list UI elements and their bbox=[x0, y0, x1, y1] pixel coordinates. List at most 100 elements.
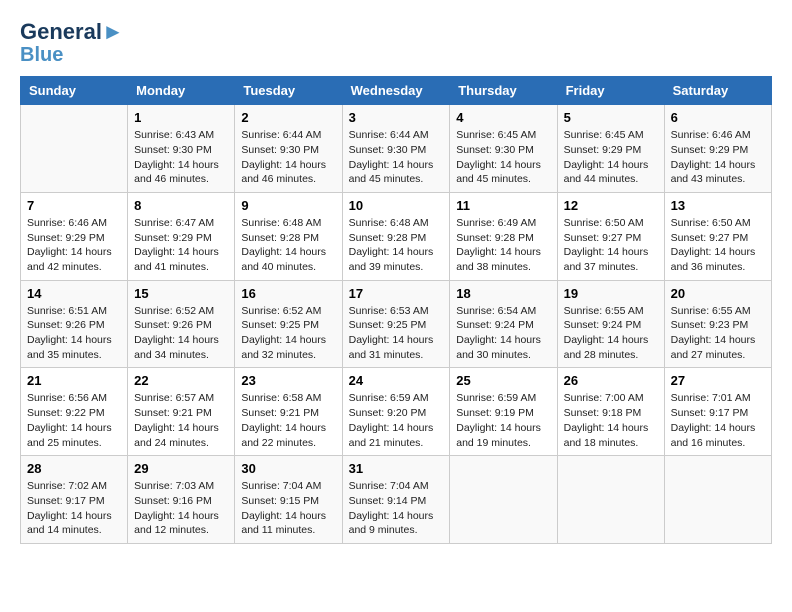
col-header-friday: Friday bbox=[557, 77, 664, 105]
week-row-3: 14 Sunrise: 6:51 AMSunset: 9:26 PMDayligh… bbox=[21, 280, 772, 368]
day-info: Sunrise: 6:44 AMSunset: 9:30 PMDaylight:… bbox=[241, 128, 335, 187]
day-number: 3 bbox=[349, 110, 444, 125]
day-number: 30 bbox=[241, 461, 335, 476]
day-cell: 10 Sunrise: 6:48 AMSunset: 9:28 PMDayligh… bbox=[342, 192, 450, 280]
day-number: 7 bbox=[27, 198, 121, 213]
day-cell: 14 Sunrise: 6:51 AMSunset: 9:26 PMDayligh… bbox=[21, 280, 128, 368]
day-cell: 24 Sunrise: 6:59 AMSunset: 9:20 PMDayligh… bbox=[342, 368, 450, 456]
day-info: Sunrise: 7:04 AMSunset: 9:14 PMDaylight:… bbox=[349, 479, 444, 538]
day-cell: 29Sunrise: 7:03 AMSunset: 9:16 PMDayligh… bbox=[128, 456, 235, 544]
day-cell: 21 Sunrise: 6:56 AMSunset: 9:22 PMDayligh… bbox=[21, 368, 128, 456]
day-cell: 26Sunrise: 7:00 AMSunset: 9:18 PMDayligh… bbox=[557, 368, 664, 456]
calendar-table: SundayMondayTuesdayWednesdayThursdayFrid… bbox=[20, 76, 772, 544]
day-number: 6 bbox=[671, 110, 765, 125]
day-number: 5 bbox=[564, 110, 658, 125]
day-info: Sunrise: 7:01 AMSunset: 9:17 PMDaylight:… bbox=[671, 391, 765, 450]
day-number: 29 bbox=[134, 461, 228, 476]
day-info: Sunrise: 6:53 AMSunset: 9:25 PMDaylight:… bbox=[349, 304, 444, 363]
day-number: 21 bbox=[27, 373, 121, 388]
col-header-thursday: Thursday bbox=[450, 77, 557, 105]
day-info: Sunrise: 6:50 AMSunset: 9:27 PMDaylight:… bbox=[671, 216, 765, 275]
day-cell: 15 Sunrise: 6:52 AMSunset: 9:26 PMDayligh… bbox=[128, 280, 235, 368]
header-row: SundayMondayTuesdayWednesdayThursdayFrid… bbox=[21, 77, 772, 105]
day-cell bbox=[664, 456, 771, 544]
logo-arrow-shape: ► bbox=[102, 19, 124, 44]
day-cell: 4 Sunrise: 6:45 AMSunset: 9:30 PMDaylight… bbox=[450, 105, 557, 193]
day-info: Sunrise: 6:59 AMSunset: 9:19 PMDaylight:… bbox=[456, 391, 550, 450]
day-cell: 16 Sunrise: 6:52 AMSunset: 9:25 PMDayligh… bbox=[235, 280, 342, 368]
day-info: Sunrise: 6:52 AMSunset: 9:26 PMDaylight:… bbox=[134, 304, 228, 363]
day-cell: 25 Sunrise: 6:59 AMSunset: 9:19 PMDayligh… bbox=[450, 368, 557, 456]
day-number: 2 bbox=[241, 110, 335, 125]
day-info: Sunrise: 6:45 AMSunset: 9:30 PMDaylight:… bbox=[456, 128, 550, 187]
day-info: Sunrise: 6:49 AMSunset: 9:28 PMDaylight:… bbox=[456, 216, 550, 275]
day-cell bbox=[557, 456, 664, 544]
day-info: Sunrise: 6:48 AMSunset: 9:28 PMDaylight:… bbox=[349, 216, 444, 275]
day-cell: 1Sunrise: 6:43 AMSunset: 9:30 PMDaylight… bbox=[128, 105, 235, 193]
col-header-wednesday: Wednesday bbox=[342, 77, 450, 105]
day-cell: 7 Sunrise: 6:46 AMSunset: 9:29 PMDaylight… bbox=[21, 192, 128, 280]
day-cell: 27 Sunrise: 7:01 AMSunset: 9:17 PMDayligh… bbox=[664, 368, 771, 456]
day-info: Sunrise: 6:46 AMSunset: 9:29 PMDaylight:… bbox=[671, 128, 765, 187]
day-info: Sunrise: 6:54 AMSunset: 9:24 PMDaylight:… bbox=[456, 304, 550, 363]
day-number: 25 bbox=[456, 373, 550, 388]
day-info: Sunrise: 7:00 AMSunset: 9:18 PMDaylight:… bbox=[564, 391, 658, 450]
day-number: 12 bbox=[564, 198, 658, 213]
day-number: 18 bbox=[456, 286, 550, 301]
day-number: 14 bbox=[27, 286, 121, 301]
day-info: Sunrise: 6:55 AMSunset: 9:23 PMDaylight:… bbox=[671, 304, 765, 363]
day-number: 24 bbox=[349, 373, 444, 388]
day-info: Sunrise: 6:47 AMSunset: 9:29 PMDaylight:… bbox=[134, 216, 228, 275]
day-info: Sunrise: 6:55 AMSunset: 9:24 PMDaylight:… bbox=[564, 304, 658, 363]
day-number: 13 bbox=[671, 198, 765, 213]
day-info: Sunrise: 7:02 AMSunset: 9:17 PMDaylight:… bbox=[27, 479, 121, 538]
week-row-1: 1Sunrise: 6:43 AMSunset: 9:30 PMDaylight… bbox=[21, 105, 772, 193]
day-info: Sunrise: 6:50 AMSunset: 9:27 PMDaylight:… bbox=[564, 216, 658, 275]
day-info: Sunrise: 6:57 AMSunset: 9:21 PMDaylight:… bbox=[134, 391, 228, 450]
day-number: 23 bbox=[241, 373, 335, 388]
day-info: Sunrise: 6:58 AMSunset: 9:21 PMDaylight:… bbox=[241, 391, 335, 450]
day-info: Sunrise: 6:44 AMSunset: 9:30 PMDaylight:… bbox=[349, 128, 444, 187]
logo-blue: Blue bbox=[20, 44, 63, 66]
day-number: 27 bbox=[671, 373, 765, 388]
day-number: 31 bbox=[349, 461, 444, 476]
day-cell: 9Sunrise: 6:48 AMSunset: 9:28 PMDaylight… bbox=[235, 192, 342, 280]
day-cell: 5 Sunrise: 6:45 AMSunset: 9:29 PMDaylight… bbox=[557, 105, 664, 193]
day-cell: 30 Sunrise: 7:04 AMSunset: 9:15 PMDayligh… bbox=[235, 456, 342, 544]
day-cell: 6 Sunrise: 6:46 AMSunset: 9:29 PMDaylight… bbox=[664, 105, 771, 193]
day-number: 15 bbox=[134, 286, 228, 301]
day-cell: 13 Sunrise: 6:50 AMSunset: 9:27 PMDayligh… bbox=[664, 192, 771, 280]
day-number: 19 bbox=[564, 286, 658, 301]
day-number: 4 bbox=[456, 110, 550, 125]
day-number: 8 bbox=[134, 198, 228, 213]
day-cell: 11 Sunrise: 6:49 AMSunset: 9:28 PMDayligh… bbox=[450, 192, 557, 280]
day-info: Sunrise: 6:56 AMSunset: 9:22 PMDaylight:… bbox=[27, 391, 121, 450]
day-cell: 23 Sunrise: 6:58 AMSunset: 9:21 PMDayligh… bbox=[235, 368, 342, 456]
day-number: 16 bbox=[241, 286, 335, 301]
logo-general: General► bbox=[20, 20, 124, 44]
day-info: Sunrise: 6:46 AMSunset: 9:29 PMDaylight:… bbox=[27, 216, 121, 275]
day-number: 22 bbox=[134, 373, 228, 388]
day-number: 10 bbox=[349, 198, 444, 213]
col-header-monday: Monday bbox=[128, 77, 235, 105]
day-info: Sunrise: 7:04 AMSunset: 9:15 PMDaylight:… bbox=[241, 479, 335, 538]
day-info: Sunrise: 6:43 AMSunset: 9:30 PMDaylight:… bbox=[134, 128, 228, 187]
logo: General► Blue bbox=[20, 20, 124, 66]
day-info: Sunrise: 6:45 AMSunset: 9:29 PMDaylight:… bbox=[564, 128, 658, 187]
day-cell: 18 Sunrise: 6:54 AMSunset: 9:24 PMDayligh… bbox=[450, 280, 557, 368]
day-cell: 2 Sunrise: 6:44 AMSunset: 9:30 PMDaylight… bbox=[235, 105, 342, 193]
day-cell bbox=[450, 456, 557, 544]
day-number: 17 bbox=[349, 286, 444, 301]
day-info: Sunrise: 6:51 AMSunset: 9:26 PMDaylight:… bbox=[27, 304, 121, 363]
day-number: 11 bbox=[456, 198, 550, 213]
page-header: General► Blue bbox=[20, 20, 772, 66]
day-number: 28 bbox=[27, 461, 121, 476]
week-row-2: 7 Sunrise: 6:46 AMSunset: 9:29 PMDaylight… bbox=[21, 192, 772, 280]
day-cell bbox=[21, 105, 128, 193]
day-info: Sunrise: 6:59 AMSunset: 9:20 PMDaylight:… bbox=[349, 391, 444, 450]
day-number: 9 bbox=[241, 198, 335, 213]
col-header-sunday: Sunday bbox=[21, 77, 128, 105]
day-cell: 22 Sunrise: 6:57 AMSunset: 9:21 PMDayligh… bbox=[128, 368, 235, 456]
day-info: Sunrise: 6:52 AMSunset: 9:25 PMDaylight:… bbox=[241, 304, 335, 363]
day-cell: 3 Sunrise: 6:44 AMSunset: 9:30 PMDaylight… bbox=[342, 105, 450, 193]
